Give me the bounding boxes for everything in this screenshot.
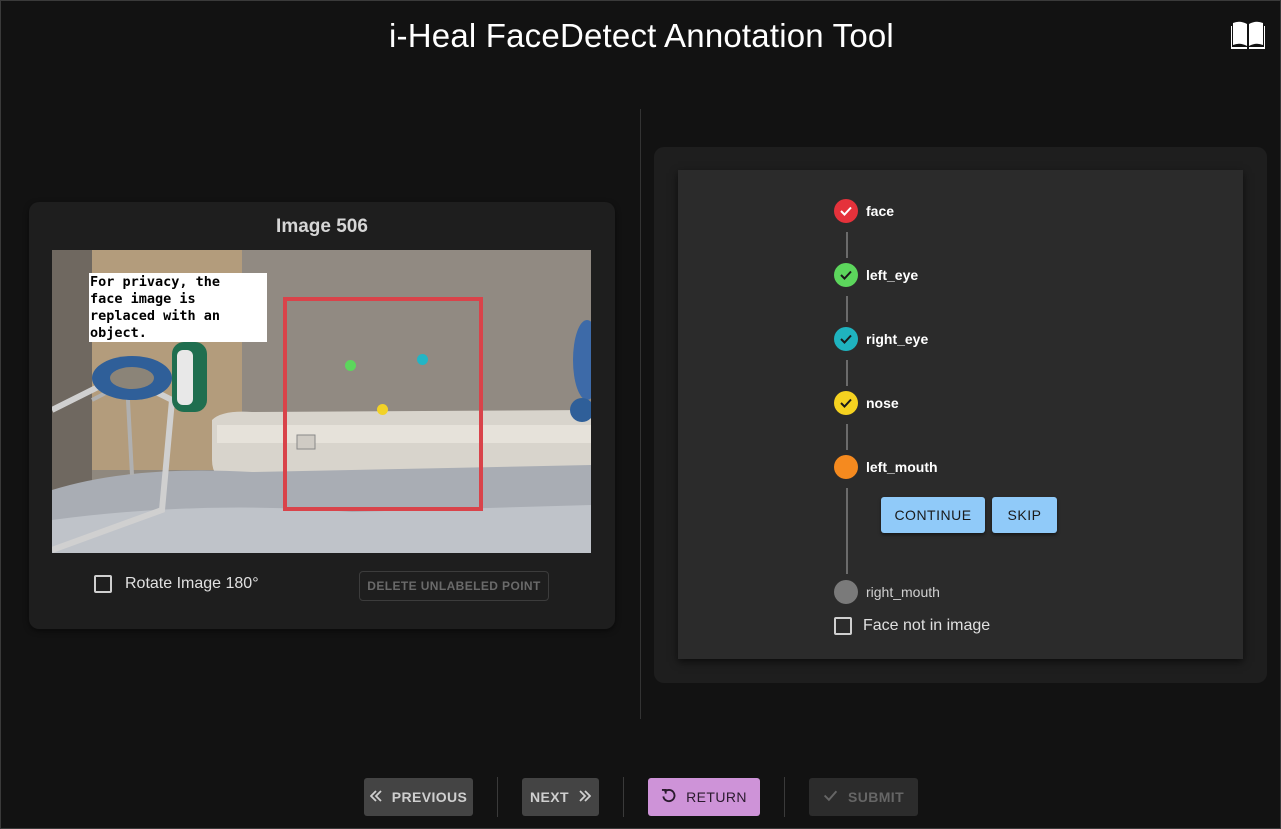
step-face[interactable]: face	[834, 198, 894, 224]
right-eye-point[interactable]	[417, 354, 428, 365]
step-left-eye[interactable]: left_eye	[834, 262, 918, 288]
continue-button[interactable]: CONTINUE	[881, 497, 985, 533]
nose-point[interactable]	[377, 404, 388, 415]
nav-divider	[623, 777, 624, 817]
check-icon	[834, 263, 858, 287]
left-eye-point[interactable]	[345, 360, 356, 371]
next-button[interactable]: NEXT	[522, 778, 599, 816]
submit-label: SUBMIT	[847, 789, 905, 805]
nav-divider	[784, 777, 785, 817]
rotate-image-checkbox[interactable]	[94, 575, 112, 593]
step-label: nose	[866, 395, 899, 411]
step-label: left_mouth	[866, 459, 938, 475]
face-not-in-image-label: Face not in image	[863, 617, 991, 634]
step-label: right_mouth	[866, 584, 940, 600]
step-left-mouth[interactable]: left_mouth	[834, 454, 938, 480]
nav-divider	[497, 777, 498, 817]
double-chevron-left-icon	[369, 789, 382, 805]
previous-button[interactable]: PREVIOUS	[364, 778, 473, 816]
image-card: Image 506 For privacy, the face image is…	[29, 202, 615, 629]
return-button[interactable]: RETURN	[648, 778, 760, 816]
check-icon	[834, 199, 858, 223]
step-label: right_eye	[866, 331, 929, 347]
step-right-eye[interactable]: right_eye	[834, 326, 928, 352]
rotate-image-label: Rotate Image 180°	[125, 575, 259, 592]
page-title: i-Heal FaceDetect Annotation Tool	[389, 17, 894, 54]
steps-card: face left_eye right_eye nose left_mouth	[654, 147, 1267, 683]
step-right-mouth[interactable]: right_mouth	[834, 579, 940, 605]
rotate-image-row[interactable]: Rotate Image 180°	[94, 573, 259, 595]
privacy-note: For privacy, the face image is replaced …	[89, 273, 267, 342]
return-label: RETURN	[686, 789, 747, 805]
check-icon	[834, 327, 858, 351]
step-indicator	[834, 455, 858, 479]
delete-unlabeled-point-button[interactable]: DELETE UNLABELED POINT	[359, 571, 549, 601]
skip-button[interactable]: SKIP	[992, 497, 1057, 533]
face-not-in-image-row[interactable]: Face not in image	[834, 617, 990, 635]
step-connector	[846, 488, 848, 574]
step-connector	[846, 232, 848, 258]
step-label: face	[866, 203, 895, 219]
landmark-stepper: face left_eye right_eye nose left_mouth	[678, 170, 1243, 659]
step-label: left_eye	[866, 267, 919, 283]
refresh-icon	[661, 788, 676, 806]
annotation-image[interactable]: For privacy, the face image is replaced …	[52, 250, 591, 553]
image-title: Image 506	[276, 216, 368, 237]
step-connector	[846, 424, 848, 450]
book-open-icon[interactable]	[1231, 19, 1265, 49]
step-connector	[846, 296, 848, 322]
submit-button[interactable]: SUBMIT	[809, 778, 918, 816]
next-label: NEXT	[530, 789, 569, 805]
check-icon	[823, 788, 838, 806]
double-chevron-right-icon	[579, 789, 592, 805]
step-connector	[846, 360, 848, 386]
step-nose[interactable]: nose	[834, 390, 899, 416]
previous-label: PREVIOUS	[391, 789, 468, 805]
face-not-in-image-checkbox[interactable]	[834, 617, 852, 635]
panel-divider	[640, 109, 641, 719]
step-indicator	[834, 580, 858, 604]
check-icon	[834, 391, 858, 415]
